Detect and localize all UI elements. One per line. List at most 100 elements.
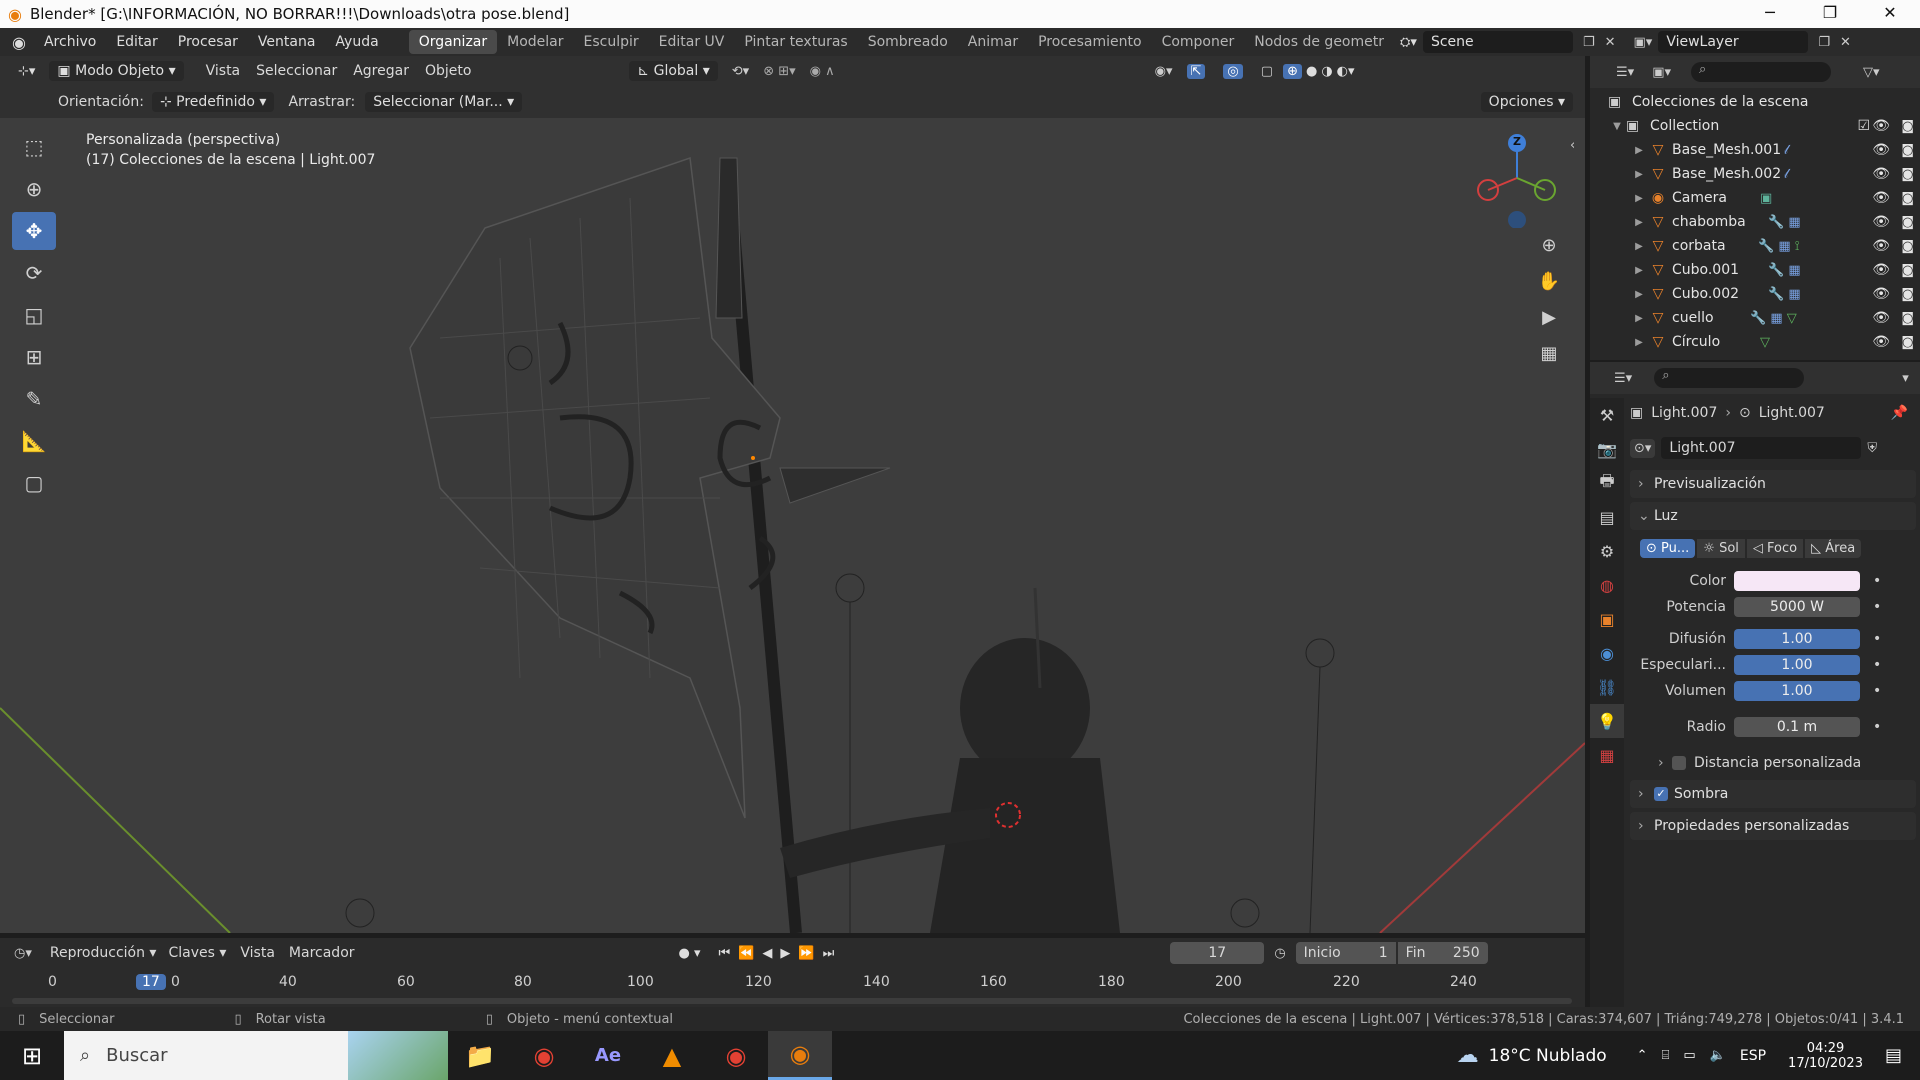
end-frame-field[interactable]: Fin 250 [1397,942,1488,964]
tab-nodos-geometria[interactable]: Nodos de geometr [1244,30,1394,54]
render-camera-icon[interactable]: ◙ [1901,119,1914,134]
expand-arrow-icon[interactable]: ▶ [1630,337,1648,348]
render-camera-icon[interactable]: ◙ [1901,167,1914,182]
properties-editor-icon[interactable]: ☰▾ [1614,371,1632,386]
outliner-item[interactable]: ▶ ▽ cuello 🔧 ▦ ▽ 👁 ◙ [1590,306,1920,330]
keys-dropdown[interactable]: Claves ▾ [168,945,226,961]
shading-material-icon[interactable]: ◑ [1321,64,1332,79]
fake-user-icon[interactable]: ⛨ [1867,441,1877,456]
render-camera-icon[interactable]: ◙ [1901,191,1914,206]
tray-chevron-icon[interactable]: ⌃ [1637,1048,1648,1063]
menu-archivo[interactable]: Archivo [34,34,106,50]
start-frame-field[interactable]: Inicio 1 [1295,942,1396,964]
render-camera-icon[interactable]: ◙ [1901,263,1914,278]
tab-componer[interactable]: Componer [1152,30,1245,54]
keyframe-dot-icon[interactable]: • [1873,631,1881,647]
record-icon[interactable]: ● ▾ [679,946,701,961]
preview-panel-header[interactable]: › Previsualización [1630,470,1916,498]
light-panel-header[interactable]: ⌄ Luz [1630,502,1916,530]
eye-icon[interactable]: 👁 [1872,214,1890,230]
transform-orientation[interactable]: ⊾ Global ▾ [629,61,718,81]
new-scene-icon[interactable]: ❐ [1583,35,1595,50]
overlay-toggle-icon[interactable]: ◎ [1223,63,1243,79]
mode-selector[interactable]: ▣ Modo Objeto ▾ [49,61,184,81]
tool-tab-icon[interactable]: ⚒ [1590,398,1624,432]
render-tab-icon[interactable]: 📷 [1590,432,1624,466]
delete-scene-icon[interactable]: ✕ [1605,35,1616,50]
eye-icon[interactable]: 👁 [1872,142,1890,158]
weather-icon[interactable]: ☁ [1457,1043,1479,1068]
blender-taskbar-icon[interactable]: ◉ [768,1031,832,1080]
scene-selector-icon[interactable]: ⛭▾ [1400,35,1417,50]
add-cube-tool[interactable]: ▢ [12,464,56,502]
expand-arrow-icon[interactable]: ▶ [1630,289,1648,300]
render-camera-icon[interactable]: ◙ [1901,335,1914,350]
after-effects-icon[interactable]: Ae [576,1031,640,1080]
render-camera-icon[interactable]: ◙ [1901,287,1914,302]
expand-arrow-icon[interactable]: ▶ [1630,145,1648,156]
render-camera-icon[interactable]: ◙ [1901,239,1914,254]
collection-checkbox[interactable]: ☑ [1857,118,1870,134]
eye-icon[interactable]: 👁 [1872,286,1890,302]
prev-keyframe-icon[interactable]: ⏪ [738,946,754,961]
viewlayer-icon[interactable]: ▣▾ [1634,35,1653,50]
volume-field[interactable]: 1.00 [1734,681,1860,701]
timeline-view-menu[interactable]: Vista [240,945,275,961]
expand-arrow-icon[interactable]: ▶ [1630,193,1648,204]
select-box-tool[interactable]: ⬚ [12,128,56,166]
delete-viewlayer-icon[interactable]: ✕ [1840,35,1851,50]
properties-search-input[interactable]: ⌕ [1654,368,1805,388]
play-reverse-icon[interactable]: ◀ [762,946,772,961]
shading-solid-icon[interactable]: ● [1306,64,1317,79]
outliner-item[interactable]: ▶ ▽ chabomba 🔧 ▦ 👁 ◙ [1590,210,1920,234]
light-type-area-button[interactable]: ◺ Área [1805,538,1862,558]
scale-tool[interactable]: ◱ [12,296,56,334]
light-type-sun-button[interactable]: ☼ Sol [1697,538,1745,558]
taskbar-search-input[interactable]: ⌕ Buscar [64,1031,448,1080]
menu-procesar[interactable]: Procesar [168,34,248,50]
jump-end-icon[interactable]: ⏭ [823,946,835,961]
eye-icon[interactable]: 👁 [1872,190,1890,206]
tab-organizar[interactable]: Organizar [408,30,498,54]
playback-dropdown[interactable]: Reproducción ▾ [50,945,157,961]
marker-menu[interactable]: Marcador [289,945,355,961]
jump-start-icon[interactable]: ⏮ [719,946,731,961]
keyframe-dot-icon[interactable]: • [1873,599,1881,615]
menu-editar[interactable]: Editar [106,34,167,50]
outliner-item[interactable]: ▶ ▽ Círculo ▽ 👁 ◙ [1590,330,1920,354]
outliner-item[interactable]: ▶ ▽ Base_Mesh.002 𝓁 👁 ◙ [1590,162,1920,186]
pin-icon[interactable]: 📌 [1891,405,1908,421]
eye-icon[interactable]: 👁 [1872,238,1890,254]
shading-wireframe-icon[interactable]: ⊕ [1283,63,1302,79]
menu-ayuda[interactable]: Ayuda [325,34,388,50]
tab-editar-uv[interactable]: Editar UV [649,30,735,54]
chrome-icon[interactable]: ◉ [512,1031,576,1080]
scene-field[interactable]: Scene [1422,31,1573,53]
outliner-item[interactable]: ▶ ▽ Cubo.001 🔧 ▦ 👁 ◙ [1590,258,1920,282]
outliner-search-input[interactable]: ⌕ [1691,62,1831,82]
custom-distance-subpanel[interactable]: › Distancia personalizada [1658,748,1916,778]
ortho-grid-icon[interactable]: ▦ [1531,338,1567,368]
color-swatch[interactable] [1734,571,1860,591]
camera-view-icon[interactable]: ▶ [1531,302,1567,332]
specular-field[interactable]: 1.00 [1734,655,1860,675]
tab-esculpir[interactable]: Esculpir [574,30,649,54]
file-explorer-icon[interactable]: 📁 [448,1031,512,1080]
next-keyframe-icon[interactable]: ⏩ [798,946,814,961]
3d-viewport[interactable]: Z ‹ ⊕ ✋ ▶ ▦ Personalizada (perspectiva) … [0,118,1585,933]
playhead[interactable]: 17 [136,974,166,990]
keyframe-dot-icon[interactable]: • [1873,657,1881,673]
outliner-item[interactable]: ▶ ▽ corbata 🔧 ▦ ⟟ 👁 ◙ [1590,234,1920,258]
tab-modelar[interactable]: Modelar [497,30,573,54]
output-tab-icon[interactable]: 🖶 [1590,466,1624,500]
rotate-tool[interactable]: ⟳ [12,254,56,292]
constraints-tab-icon[interactable]: ⛓ [1590,670,1624,704]
expand-arrow-icon[interactable]: ▶ [1630,265,1648,276]
eye-icon[interactable]: 👁 [1872,262,1890,278]
gizmo-toggle-icon[interactable]: ⇱ [1186,63,1206,79]
filter-icon[interactable]: ▽▾ [1863,65,1880,80]
menu-ventana[interactable]: Ventana [248,34,326,50]
drag-dropdown[interactable]: Seleccionar (Mar... ▾ [365,92,523,112]
keyframe-dot-icon[interactable]: • [1873,719,1881,735]
display-mode-icon[interactable]: ▣▾ [1652,65,1671,80]
